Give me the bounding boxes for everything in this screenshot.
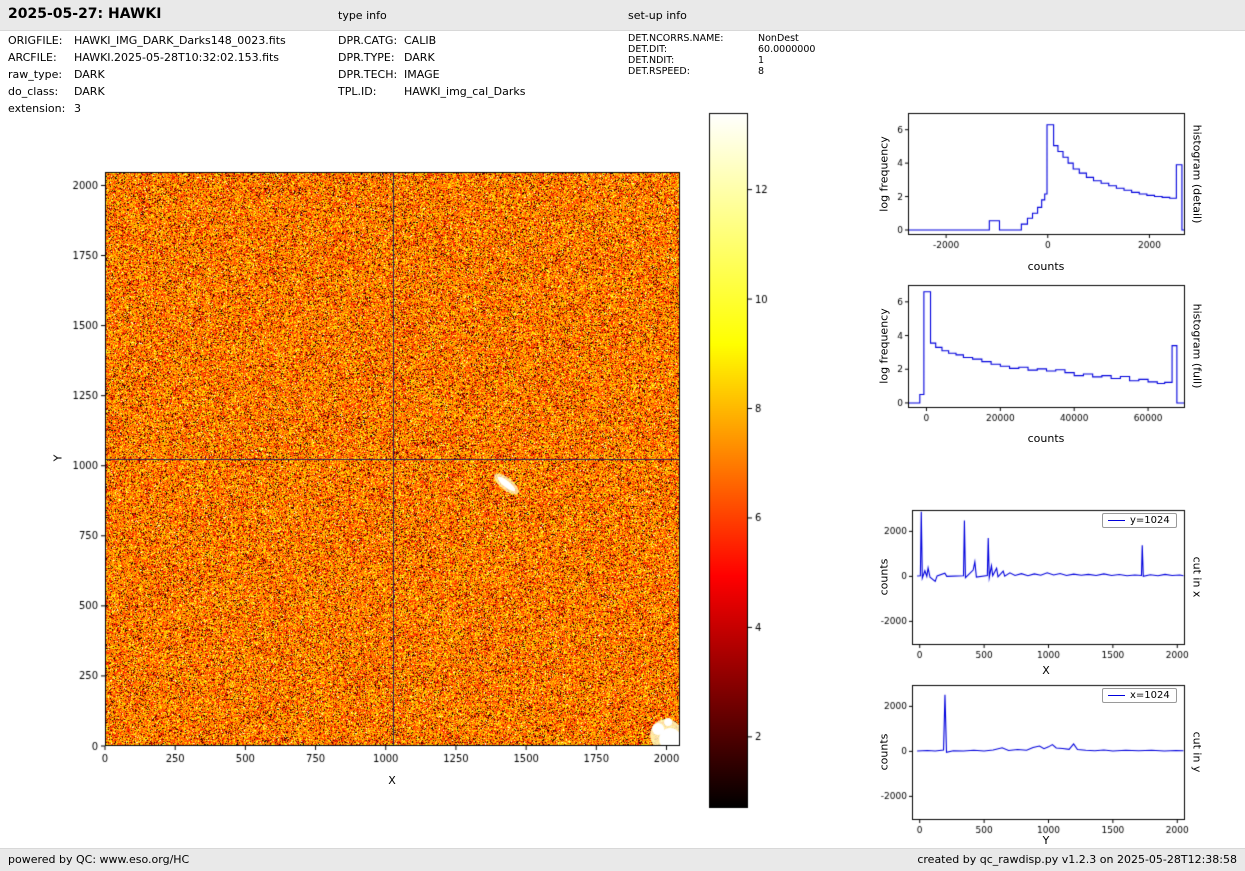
meta-value: DARK [74, 85, 105, 98]
histogram-full-side-label: histogram (full) [1190, 303, 1204, 389]
cut-in-x-xlabel: X [1042, 664, 1050, 677]
meta-value: NonDest [758, 33, 799, 44]
file-info-block: ORIGFILE: HAWKI_IMG_DARK_Darks148_0023.fi… [8, 34, 286, 119]
meta-value: DARK [404, 51, 435, 64]
histogram-full-xlabel: counts [1027, 432, 1065, 445]
meta-row: do_class: DARK [8, 85, 286, 102]
meta-label: DET.RSPEED: [628, 66, 690, 77]
meta-row: DET.DIT: 60.0000000 [628, 44, 815, 55]
cut-in-x-canvas [860, 502, 1190, 677]
cut-in-y-ylabel: counts [877, 733, 891, 771]
histogram-detail-side-label: histogram (detail) [1190, 124, 1204, 224]
meta-row: ARCFILE: HAWKI.2025-05-28T10:32:02.153.fi… [8, 51, 286, 68]
cut-in-y-legend: x=1024 [1102, 688, 1177, 703]
meta-label: ARCFILE: [8, 51, 57, 64]
main-xlabel: X [388, 774, 396, 787]
meta-value: 1 [758, 55, 765, 66]
cut-in-x-legend: y=1024 [1102, 513, 1177, 528]
meta-label: raw_type: [8, 68, 63, 81]
meta-value: HAWKI_IMG_DARK_Darks148_0023.fits [74, 34, 286, 47]
main-image-canvas [40, 140, 700, 795]
meta-row: extension: 3 [8, 102, 286, 119]
meta-label: extension: [8, 102, 66, 115]
footer-right-text: created by qc_rawdisp.py v1.2.3 on 2025-… [917, 853, 1237, 866]
histogram-detail-ylabel: log frequency [877, 136, 891, 212]
setup-info-heading: set-up info [628, 9, 687, 22]
meta-row: DET.NCORRS.NAME: NonDest [628, 33, 815, 44]
footer-bar: powered by QC: www.eso.org/HC created by… [0, 848, 1245, 871]
meta-value: 60.0000000 [758, 44, 816, 55]
meta-value: CALIB [404, 34, 437, 47]
legend-line-sample [1108, 695, 1125, 696]
meta-label: DPR.TYPE: [338, 51, 395, 64]
setup-info-block: DET.NCORRS.NAME: NonDest DET.DIT: 60.00000… [628, 33, 815, 77]
meta-value: 8 [758, 66, 765, 77]
meta-row: DPR.CATG: CALIB [338, 34, 525, 51]
meta-row: DET.RSPEED: 8 [628, 66, 815, 77]
meta-row: TPL.ID: HAWKI_img_cal_Darks [338, 85, 525, 102]
legend-label: y=1024 [1130, 515, 1170, 526]
cut-in-y-canvas [860, 677, 1190, 852]
header-bar: 2025-05-27: HAWKI type info set-up info [0, 0, 1245, 31]
footer-left-text: powered by QC: www.eso.org/HC [8, 853, 190, 866]
type-info-block: DPR.CATG: CALIB DPR.TYPE: DARK DPR.TECH: IM… [338, 34, 525, 102]
cut-in-x-ylabel: counts [877, 558, 891, 596]
cut-in-y-xlabel: Y [1042, 834, 1050, 847]
meta-row: DPR.TYPE: DARK [338, 51, 525, 68]
meta-value: DARK [74, 68, 105, 81]
cut-in-y-side-label: cut in y [1190, 731, 1204, 773]
histogram-full-ylabel: log frequency [877, 308, 891, 384]
meta-label: DET.NDIT: [628, 55, 675, 66]
type-info-heading: type info [338, 9, 387, 22]
meta-label: DPR.CATG: [338, 34, 398, 47]
meta-value: HAWKI.2025-05-28T10:32:02.153.fits [74, 51, 280, 64]
cut-in-x-side-label: cut in x [1190, 556, 1204, 598]
legend-label: x=1024 [1130, 690, 1170, 701]
meta-row: DPR.TECH: IMAGE [338, 68, 525, 85]
meta-row: raw_type: DARK [8, 68, 286, 85]
colorbar-canvas [700, 108, 795, 818]
meta-row: ORIGFILE: HAWKI_IMG_DARK_Darks148_0023.fi… [8, 34, 286, 51]
meta-label: DET.NCORRS.NAME: [628, 33, 724, 44]
legend-line-sample [1108, 520, 1125, 521]
page-title: 2025-05-27: HAWKI [8, 6, 162, 22]
histogram-detail-canvas [860, 105, 1190, 280]
main-ylabel: Y [51, 454, 65, 462]
meta-row: DET.NDIT: 1 [628, 55, 815, 66]
meta-label: DET.DIT: [628, 44, 668, 55]
meta-value: IMAGE [404, 68, 440, 81]
meta-label: do_class: [8, 85, 59, 98]
meta-label: DPR.TECH: [338, 68, 398, 81]
meta-label: TPL.ID: [338, 85, 377, 98]
histogram-detail-xlabel: counts [1027, 260, 1065, 273]
meta-value: HAWKI_img_cal_Darks [404, 85, 526, 98]
histogram-full-canvas [860, 277, 1190, 452]
meta-label: ORIGFILE: [8, 34, 63, 47]
meta-value: 3 [74, 102, 81, 115]
